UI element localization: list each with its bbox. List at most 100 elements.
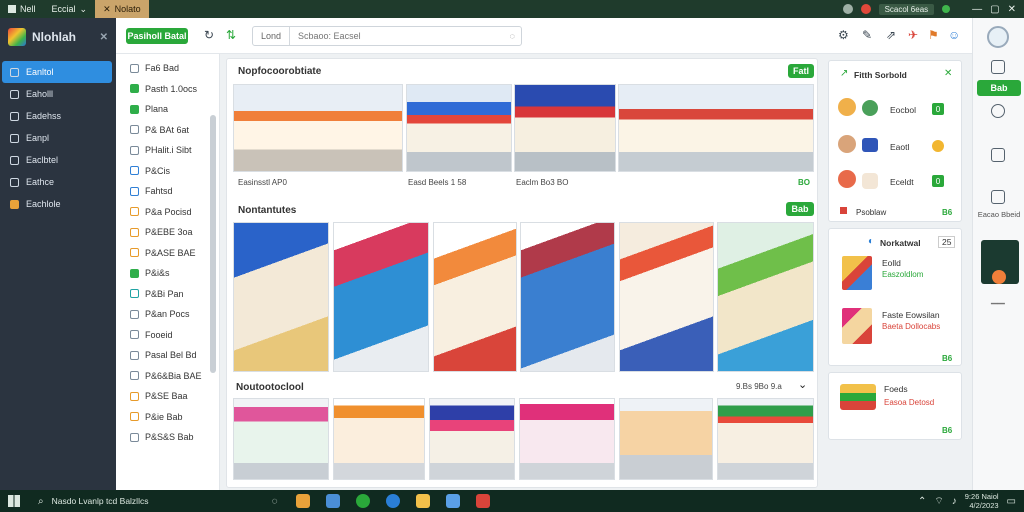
rail-avatar-icon[interactable] (987, 26, 1009, 48)
subnav-item-19[interactable]: P&S&S Bab (116, 427, 219, 448)
alert-icon[interactable]: ⚑ (928, 28, 939, 42)
subnav-item-9[interactable]: P&EBE 3oa (116, 222, 219, 243)
sidebar-item-3[interactable]: Eadehss (2, 105, 112, 127)
sidebar-item-6[interactable]: Eathce (2, 171, 112, 193)
refresh-icon[interactable]: ↻ (204, 28, 214, 42)
shop-3[interactable] (429, 398, 515, 480)
clock-date[interactable]: 4/2/2023 (965, 501, 998, 510)
rail-more-icon[interactable]: ▁▁ (991, 294, 1005, 305)
account-label[interactable]: Scacol 6eas (878, 3, 935, 15)
coin-icon[interactable] (932, 140, 944, 152)
subnav-item-8[interactable]: P&a Pocisd (116, 202, 219, 223)
rail-button[interactable]: Bab (977, 80, 1021, 96)
shop-5[interactable] (619, 398, 713, 480)
settings-icon[interactable] (842, 4, 853, 14)
subnav-scrollbar[interactable] (210, 115, 216, 373)
card1-row3-toggle[interactable]: 0 (932, 175, 944, 187)
subnav-item-2[interactable]: Pasth 1.0ocs (116, 79, 219, 100)
primary-action-button[interactable]: Pasiholl Batal (126, 28, 188, 44)
subnav-item-3[interactable]: Plana (116, 99, 219, 120)
shop-4[interactable] (519, 398, 615, 480)
titlebar-tab-2[interactable]: Eccial ⌄ (44, 0, 96, 18)
taskbar-app-files[interactable] (295, 494, 310, 508)
subnav-item-13[interactable]: P&an Pocs (116, 304, 219, 325)
shop-6[interactable] (717, 398, 814, 480)
storefront-4[interactable] (520, 222, 615, 372)
shop-2[interactable] (333, 398, 425, 480)
storefront-6[interactable] (717, 222, 814, 372)
subnav-item-16[interactable]: P&6&Bia BAE (116, 366, 219, 387)
volume-icon[interactable]: ♪ (952, 496, 957, 507)
storefront-2[interactable] (333, 222, 429, 372)
clock-time[interactable]: 9:26 Naiol (965, 492, 999, 501)
titlebar-tab-active[interactable]: ✕ Nolato (95, 0, 149, 18)
card1-row1-toggle[interactable]: 0 (932, 103, 944, 115)
titlebar-tab-1[interactable]: Nell (0, 0, 44, 18)
wifi-icon[interactable]: ⌔ (934, 495, 943, 508)
shop-1[interactable] (233, 398, 329, 480)
pin-icon[interactable] (991, 60, 1005, 74)
card1-close-icon[interactable]: ✕ (944, 68, 952, 79)
store-image-2[interactable] (406, 84, 512, 172)
sidebar-item-5[interactable]: Eaclbtel (2, 149, 112, 171)
store-image-1[interactable] (233, 84, 403, 172)
record-icon[interactable] (860, 4, 871, 14)
taskbar-app-chat[interactable] (385, 494, 400, 508)
section2-button[interactable]: Bab (786, 202, 814, 216)
profile-icon[interactable]: ☺ (948, 28, 960, 42)
taskbar-search-icon[interactable]: ⌕ (38, 496, 44, 507)
sidebar-item-2[interactable]: Eaholll (2, 83, 112, 105)
storefront-5[interactable] (619, 222, 714, 372)
grid-icon[interactable] (991, 190, 1005, 204)
subnav-item-5[interactable]: PHalit.i Sibt (116, 140, 219, 161)
storefront-3[interactable] (433, 222, 517, 372)
sidebar-item-4[interactable]: Eanpl (2, 127, 112, 149)
subnav-item-4[interactable]: P& BAt 6at (116, 120, 219, 141)
taskbar-app-media[interactable] (475, 494, 490, 508)
subnav-item-12[interactable]: P&Bi Pan (116, 284, 219, 305)
status-icon[interactable] (942, 5, 951, 13)
subnav-item-15[interactable]: Pasal Bel Bd (116, 345, 219, 366)
sidebar-item-7[interactable]: Eachlole (2, 193, 112, 215)
gear-icon[interactable]: ⚙ (838, 28, 849, 42)
section3-chevron-icon[interactable]: ⌄ (798, 378, 807, 391)
camera-icon[interactable] (991, 148, 1005, 162)
task-view-icon[interactable]: ◌ (272, 496, 278, 507)
taskbar-search-text[interactable]: Nasdo Lvanlp tcd Balzllcs (52, 496, 252, 506)
clock-icon[interactable] (991, 104, 1005, 118)
taskbar-app-store[interactable] (325, 494, 340, 508)
section1-button[interactable]: Fatl (788, 64, 814, 78)
sync-icon[interactable]: ⇅ (226, 28, 236, 42)
store-image-4[interactable] (618, 84, 814, 172)
sidebar-item-1[interactable]: Eanltol (2, 61, 112, 83)
notifications-icon[interactable]: ▭ (1007, 496, 1016, 507)
store-image-3[interactable] (514, 84, 616, 172)
subnav-item-7[interactable]: Fahtsd (116, 181, 219, 202)
start-icon[interactable] (8, 495, 20, 507)
storefront-1[interactable] (233, 222, 329, 372)
subnav-item-1[interactable]: Fa6 Bad (116, 58, 219, 79)
subnav-item-10[interactable]: P&ASE BAE (116, 243, 219, 264)
product-box-1[interactable] (842, 256, 872, 290)
subnav-item-18[interactable]: P&ie Bab (116, 407, 219, 428)
subnav-item-17[interactable]: P&SE Baa (116, 386, 219, 407)
search-clear-icon[interactable]: ◌ (510, 31, 521, 41)
feed-product-icon[interactable] (840, 384, 876, 410)
notification-icon[interactable]: ✈ (908, 28, 918, 42)
minimize-icon[interactable]: — (972, 4, 982, 15)
edit-icon[interactable]: ✎ (862, 28, 872, 42)
taskbar-app-browser[interactable] (355, 494, 370, 508)
maximize-icon[interactable]: ▢ (990, 4, 999, 15)
subnav-item-11[interactable]: P&i&s (116, 263, 219, 284)
subnav-item-6[interactable]: P&Cis (116, 161, 219, 182)
close-icon[interactable]: ✕ (1008, 4, 1016, 15)
collapse-icon[interactable]: ✕ (100, 32, 108, 43)
share-icon[interactable]: ⇗ (886, 28, 896, 42)
tray-chevron-icon[interactable]: ⌃ (918, 496, 926, 507)
product-box-2[interactable] (842, 308, 872, 344)
search-input[interactable] (290, 31, 510, 41)
taskbar-app-mail[interactable] (445, 494, 460, 508)
search-category[interactable]: Lond (253, 27, 291, 45)
taskbar-app-game[interactable] (415, 494, 430, 508)
subnav-item-14[interactable]: Fooeid (116, 325, 219, 346)
